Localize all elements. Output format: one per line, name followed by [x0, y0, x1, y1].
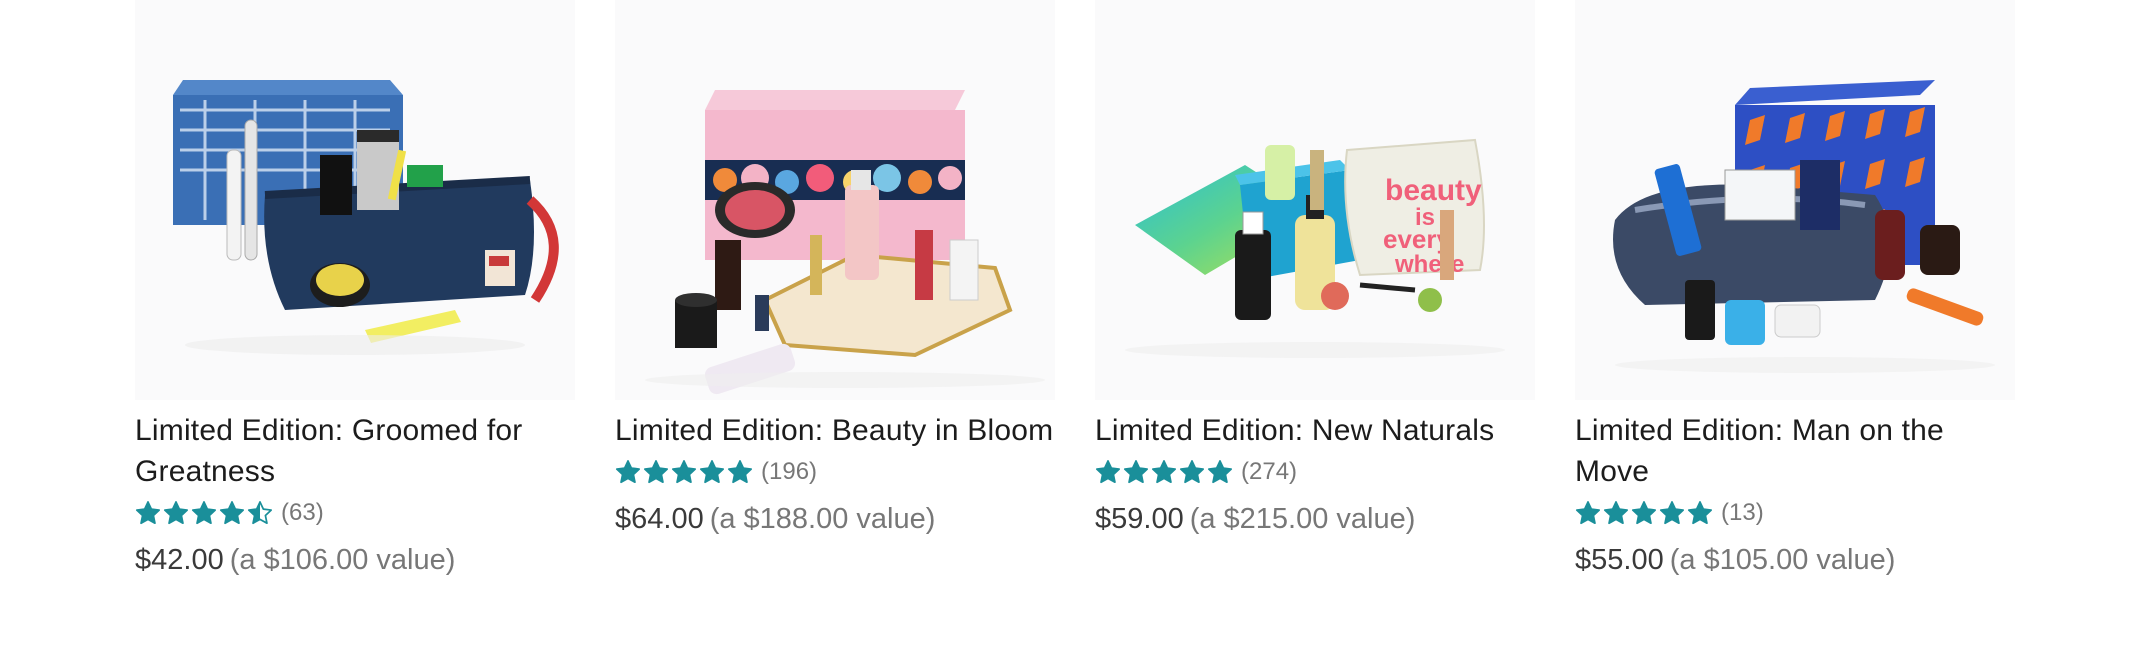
star-full-icon	[615, 460, 641, 484]
star-full-icon	[163, 501, 189, 525]
star-full-icon	[135, 501, 161, 525]
star-full-icon	[1095, 460, 1121, 484]
star-full-icon	[1575, 501, 1601, 525]
rating-row: (13)	[1575, 492, 2015, 534]
naturals-box-image: beauty is every where	[1125, 138, 1505, 358]
product-title[interactable]: Limited Edition: Groomed for Greatness	[135, 410, 575, 492]
star-full-icon	[219, 501, 245, 525]
price-row: $59.00 (a $215.00 value)	[1095, 499, 1535, 539]
star-full-icon	[1687, 501, 1713, 525]
product-image[interactable]: beauty is every where	[1095, 0, 1535, 400]
star-full-icon	[1207, 460, 1233, 484]
rating-row: (274)	[1095, 451, 1535, 493]
star-full-icon	[699, 460, 725, 484]
value-text: (a $215.00 value)	[1189, 503, 1416, 535]
star-half-icon	[247, 501, 273, 525]
review-count: (63)	[281, 499, 324, 526]
review-count: (196)	[761, 458, 818, 485]
value-text: (a $105.00 value)	[1669, 544, 1896, 576]
value-text: (a $106.00 value)	[229, 544, 456, 576]
value-text: (a $188.00 value)	[709, 503, 936, 535]
price: $59.00	[1095, 503, 1184, 535]
star-full-icon	[1631, 501, 1657, 525]
star-full-icon	[727, 460, 753, 484]
rating-row: (196)	[615, 451, 1055, 493]
product-card[interactable]: Limited Edition: Beauty in Bloom (196) $…	[615, 0, 1055, 648]
product-card[interactable]: Limited Edition: Man on the Move (13) $5…	[1575, 0, 2015, 648]
review-count: (13)	[1721, 499, 1764, 526]
beauty-box-image	[645, 90, 1045, 395]
price: $55.00	[1575, 544, 1664, 576]
travel-kit-image	[1613, 80, 1995, 373]
product-card[interactable]: Limited Edition: Groomed for Greatness (…	[135, 0, 575, 648]
product-title[interactable]: Limited Edition: New Naturals	[1095, 410, 1535, 451]
product-card[interactable]: beauty is every where Limited Edition: N…	[1095, 0, 1535, 648]
price: $64.00	[615, 503, 704, 535]
product-image[interactable]	[615, 0, 1055, 400]
star-rating	[1095, 459, 1233, 485]
price: $42.00	[135, 544, 224, 576]
star-full-icon	[1179, 460, 1205, 484]
review-count: (274)	[1241, 458, 1298, 485]
bag-print-text: beauty	[1385, 174, 1482, 207]
star-rating	[1575, 500, 1713, 526]
grooming-kit-image	[173, 80, 559, 355]
star-full-icon	[191, 501, 217, 525]
star-full-icon	[1659, 501, 1685, 525]
product-image[interactable]	[135, 0, 575, 400]
star-full-icon	[643, 460, 669, 484]
star-rating	[615, 459, 753, 485]
star-full-icon	[1123, 460, 1149, 484]
price-row: $64.00 (a $188.00 value)	[615, 499, 1055, 539]
product-title[interactable]: Limited Edition: Beauty in Bloom	[615, 410, 1055, 451]
star-full-icon	[1151, 460, 1177, 484]
rating-row: (63)	[135, 492, 575, 534]
price-row: $42.00 (a $106.00 value)	[135, 540, 575, 580]
product-image[interactable]	[1575, 0, 2015, 400]
product-grid: Limited Edition: Groomed for Greatness (…	[135, 0, 2015, 648]
star-rating	[135, 500, 273, 526]
star-full-icon	[671, 460, 697, 484]
price-row: $55.00 (a $105.00 value)	[1575, 540, 2015, 580]
product-title[interactable]: Limited Edition: Man on the Move	[1575, 410, 2015, 492]
star-full-icon	[1603, 501, 1629, 525]
